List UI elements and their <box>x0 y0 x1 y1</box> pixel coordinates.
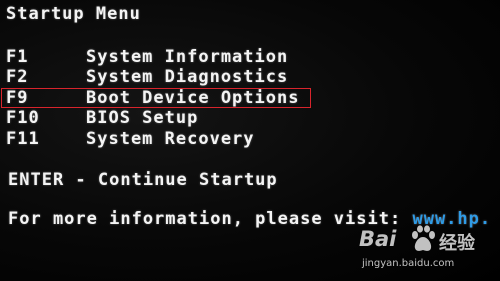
menu-item-key: F9 <box>6 88 29 108</box>
menu-title: Startup Menu <box>6 4 141 24</box>
menu-item-label: System Diagnostics <box>86 67 289 87</box>
baidu-paw-icon <box>412 225 435 251</box>
menu-item-key: F1 <box>6 47 29 67</box>
menu-item-key: F10 <box>6 108 40 128</box>
continue-startup-option[interactable]: ENTER - Continue Startup <box>8 170 278 190</box>
watermark-url: jingyan.baidu.com <box>362 258 455 269</box>
watermark-brand-text: 经验 <box>439 233 475 254</box>
menu-item-key: F11 <box>6 129 40 149</box>
info-text: For more information, please visit: <box>8 209 413 229</box>
menu-item-label: System Recovery <box>86 129 255 149</box>
menu-item-label: BIOS Setup <box>86 108 199 128</box>
enter-text: - Continue Startup <box>64 170 278 190</box>
menu-item-label: Boot Device Options <box>86 88 300 108</box>
menu-item-label: System Information <box>86 47 289 67</box>
enter-key: ENTER <box>8 170 65 190</box>
bios-screen: Startup Menu F1 System Information F2 Sy… <box>0 0 500 281</box>
watermark-logo-text: Bai <box>359 227 397 251</box>
baidu-watermark: Bai 经验 jingyan.baidu.com <box>359 225 494 277</box>
menu-item-key: F2 <box>6 67 29 87</box>
